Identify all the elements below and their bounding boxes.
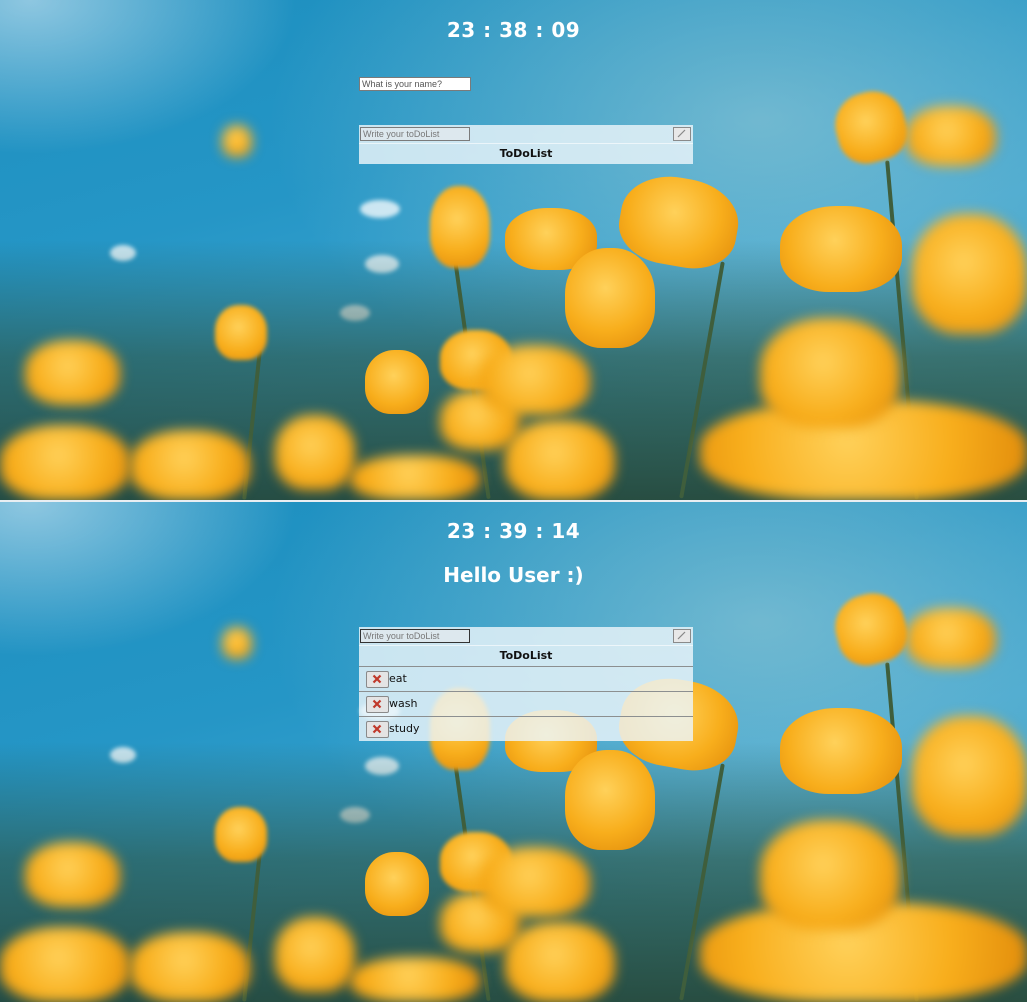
todo-list-heading: ToDoList xyxy=(359,645,693,666)
clock: 23 : 38 : 09 xyxy=(446,18,581,42)
delete-todo-button[interactable] xyxy=(366,721,389,738)
greeting-text: Hello User :) xyxy=(443,563,584,587)
todo-input[interactable]: Write your toDoList xyxy=(360,127,470,141)
pencil-icon xyxy=(677,129,686,138)
delete-todo-button[interactable] xyxy=(366,671,389,688)
todo-item-text: eat xyxy=(389,672,407,685)
todo-list-container: Write your toDoList ToDoList xyxy=(359,125,693,164)
todo-list-container: Write your toDoList ToDoList eat wash st… xyxy=(359,627,693,741)
todo-input[interactable]: Write your toDoList xyxy=(360,629,470,643)
red-x-icon xyxy=(372,699,382,709)
flower-background xyxy=(0,0,1027,500)
todo-submit-button[interactable] xyxy=(673,629,691,643)
screen-after-login: 23 : 39 : 14 Hello User :) Write your to… xyxy=(0,502,1027,1002)
todo-input-bar: Write your toDoList xyxy=(359,125,693,143)
todo-item: eat xyxy=(359,666,693,691)
todo-item: wash xyxy=(359,691,693,716)
todo-item-text: study xyxy=(389,722,420,735)
pencil-icon xyxy=(677,631,686,640)
todo-item: study xyxy=(359,716,693,741)
name-input[interactable]: What is your name? xyxy=(359,77,471,91)
red-x-icon xyxy=(372,724,382,734)
screen-before-login: 23 : 38 : 09 What is your name? Write yo… xyxy=(0,0,1027,500)
red-x-icon xyxy=(372,674,382,684)
todo-input-bar: Write your toDoList xyxy=(359,627,693,645)
todo-list-heading: ToDoList xyxy=(359,143,693,164)
todo-submit-button[interactable] xyxy=(673,127,691,141)
delete-todo-button[interactable] xyxy=(366,696,389,713)
todo-item-text: wash xyxy=(389,697,418,710)
clock: 23 : 39 : 14 xyxy=(446,519,581,543)
